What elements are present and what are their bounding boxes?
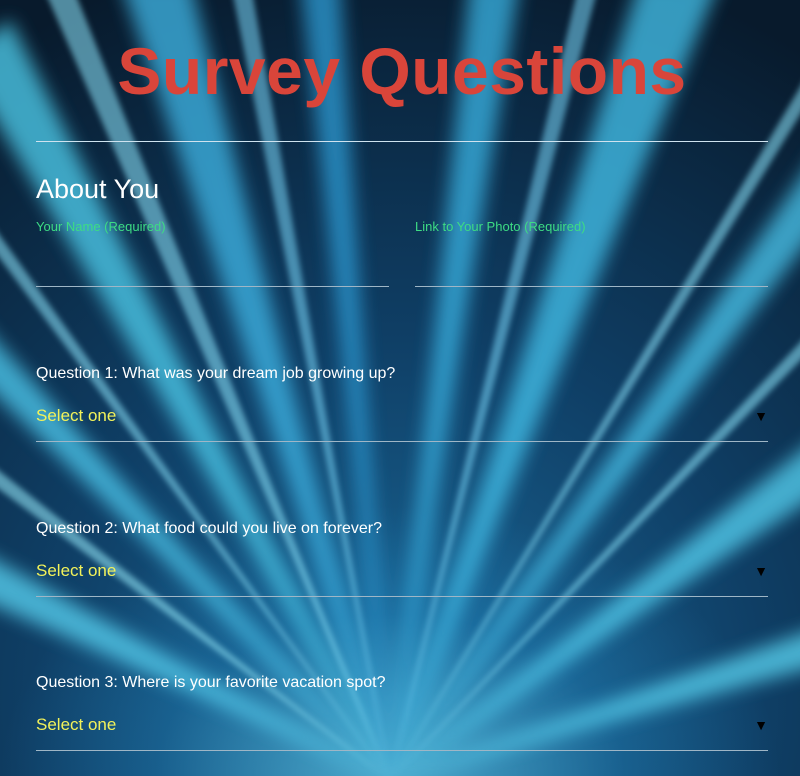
photo-field-group: Link to Your Photo (Required) — [415, 219, 768, 287]
question-3-select[interactable]: Select one ▼ — [36, 711, 768, 751]
name-field-label: Your Name (Required) — [36, 219, 166, 234]
question-3-label: Question 3: Where is your favorite vacat… — [36, 674, 386, 691]
dropdown-arrow-icon: ▼ — [754, 717, 768, 733]
question-3: Question 3: Where is your favorite vacat… — [36, 673, 768, 751]
question-2-selected-value: Select one — [36, 561, 117, 580]
photo-field-label: Link to Your Photo (Required) — [415, 219, 586, 234]
question-1-select[interactable]: Select one ▼ — [36, 402, 768, 442]
question-2-label: Question 2: What food could you live on … — [36, 520, 382, 537]
title-divider — [36, 141, 768, 142]
name-field-group: Your Name (Required) — [36, 219, 389, 287]
question-1-label: Question 1: What was your dream job grow… — [36, 365, 396, 382]
dropdown-arrow-icon: ▼ — [754, 563, 768, 579]
section-heading-about-you: About You — [36, 174, 160, 204]
photo-link-input[interactable] — [415, 249, 768, 287]
survey-container: Survey Questions About You Your Name (Re… — [36, 0, 768, 776]
dropdown-arrow-icon: ▼ — [754, 408, 768, 424]
question-2: Question 2: What food could you live on … — [36, 519, 768, 597]
question-2-select[interactable]: Select one ▼ — [36, 557, 768, 597]
question-1: Question 1: What was your dream job grow… — [36, 364, 768, 442]
question-3-selected-value: Select one — [36, 715, 117, 734]
question-1-selected-value: Select one — [36, 406, 117, 425]
name-input[interactable] — [36, 249, 389, 287]
page-title: Survey Questions — [117, 34, 687, 108]
